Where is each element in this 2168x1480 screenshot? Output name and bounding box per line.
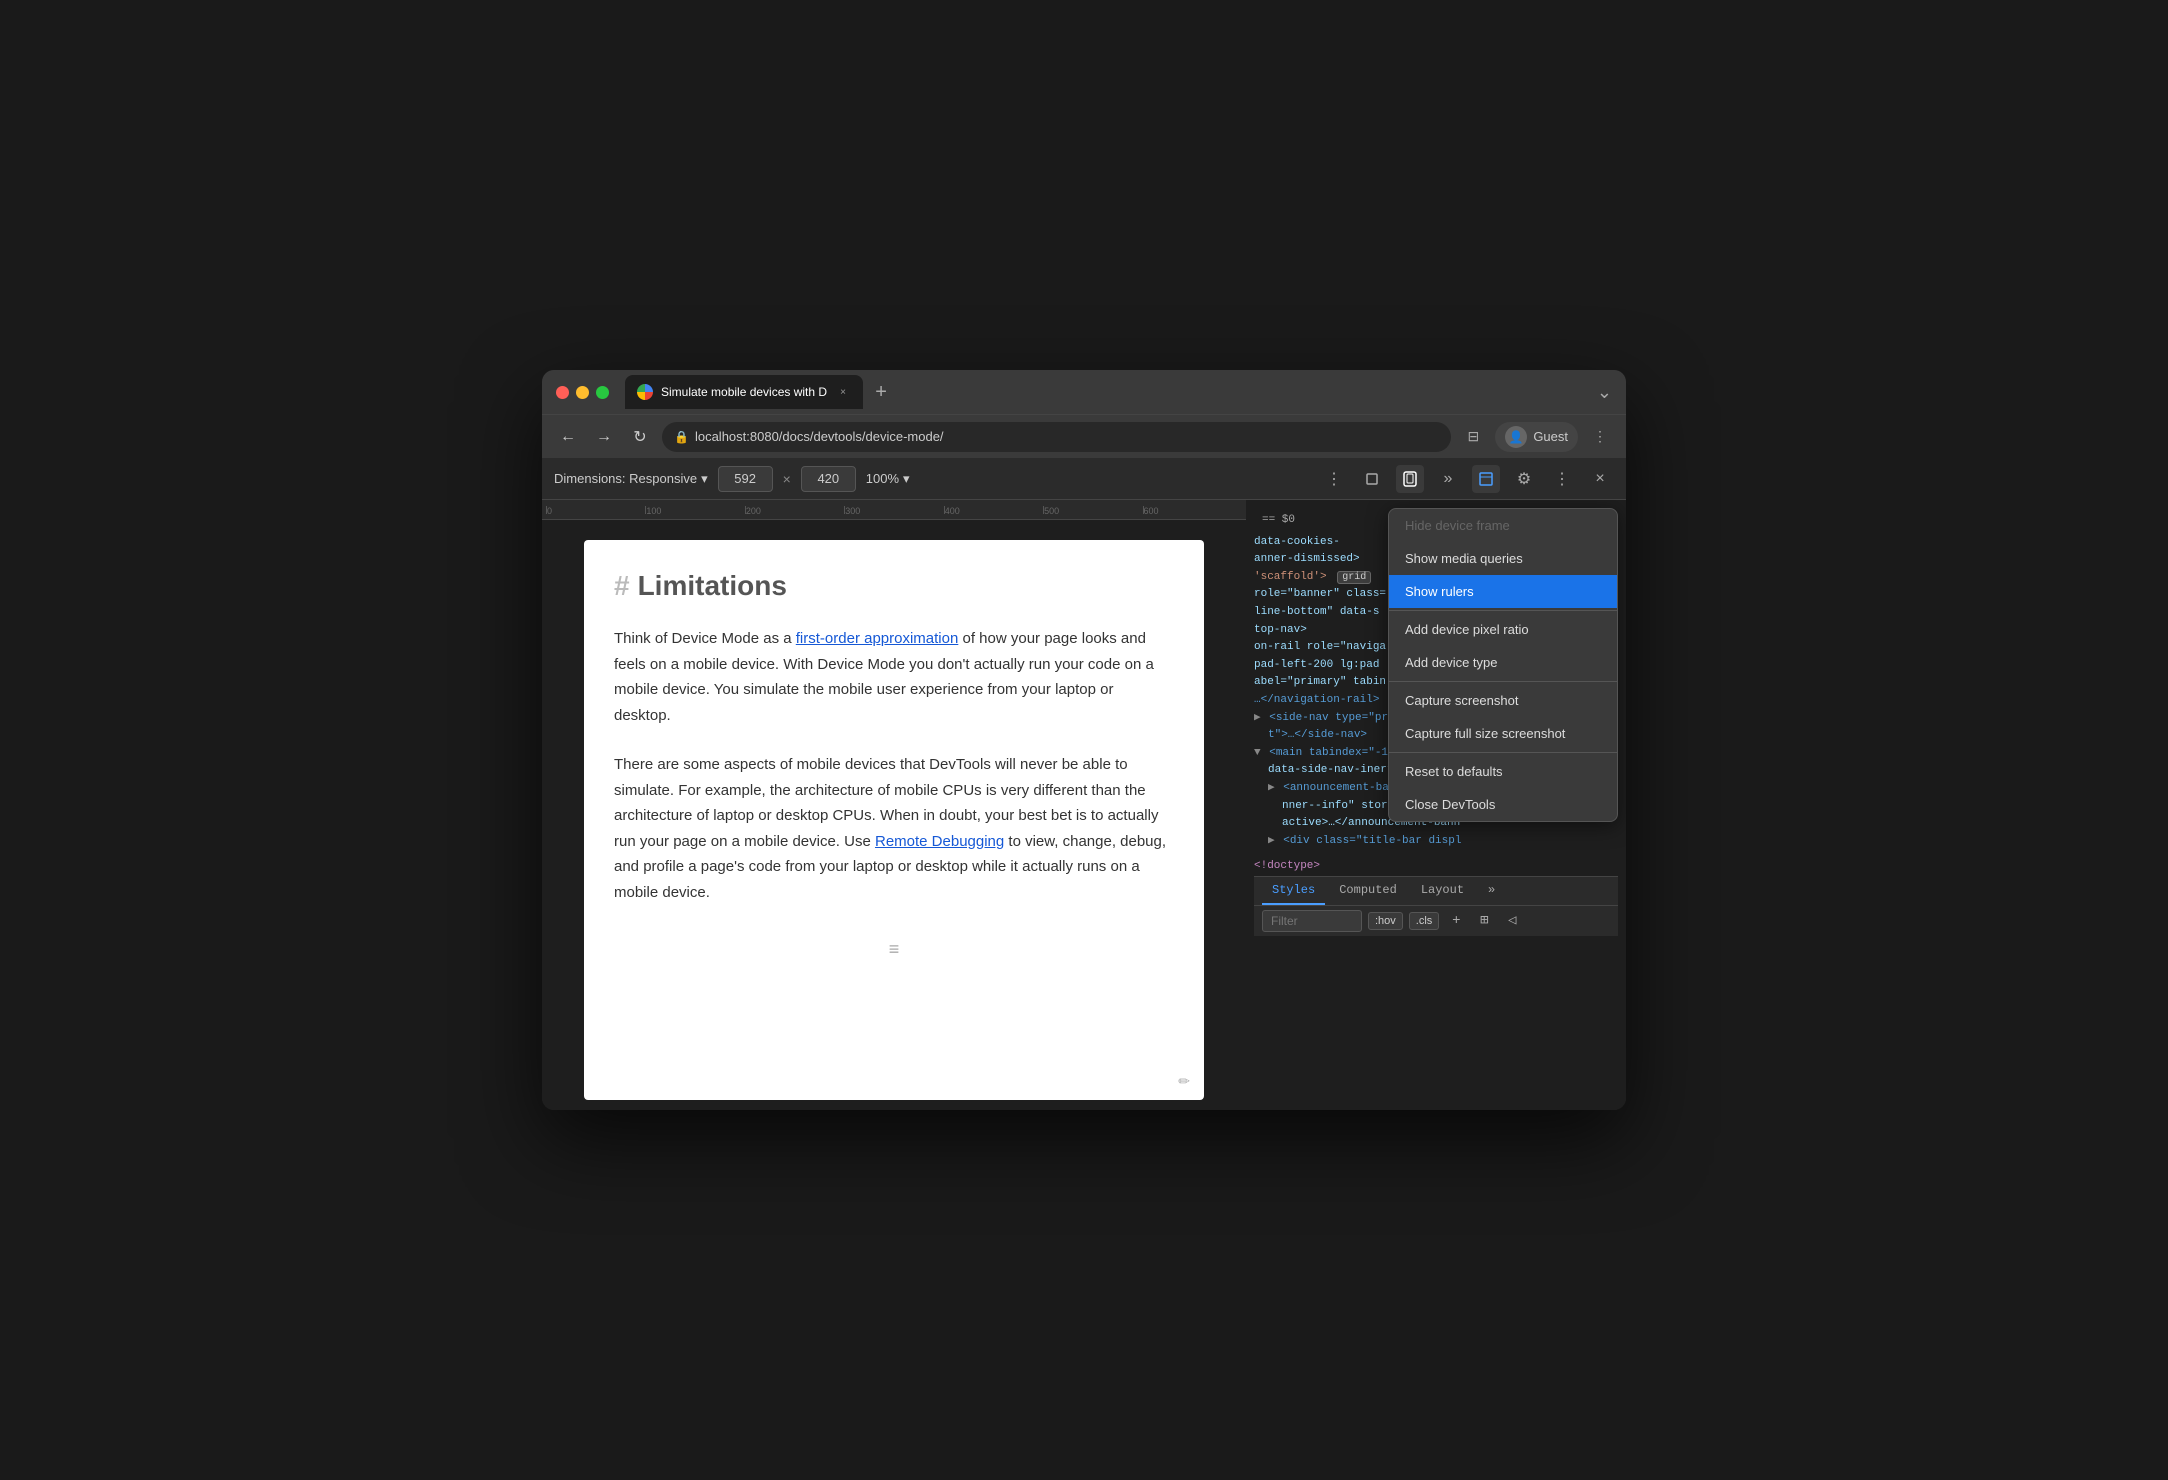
chrome-favicon-icon bbox=[637, 384, 653, 400]
more-options-button[interactable]: ⋮ bbox=[1320, 465, 1348, 493]
grid-badge: grid bbox=[1337, 571, 1371, 584]
active-tab[interactable]: Simulate mobile devices with D × bbox=[625, 375, 863, 409]
tab-more-styles[interactable]: » bbox=[1478, 877, 1505, 905]
device-toolbar: Dimensions: Responsive ▾ × 100% ▾ ⋮ » ⚙ … bbox=[542, 458, 1626, 500]
bottom-handle-icon: ≡ bbox=[889, 939, 900, 960]
paragraph1-text: Think of Device Mode as a bbox=[614, 630, 796, 647]
styles-filter-bar: :hov .cls + ⊞ ◁ bbox=[1254, 906, 1618, 936]
styles-filter-input[interactable] bbox=[1262, 910, 1362, 932]
nav-actions: ⊟ 👤 Guest ⋮ bbox=[1459, 422, 1614, 452]
page-frame: # Limitations Think of Device Mode as a … bbox=[584, 540, 1204, 1100]
dimensions-dropdown[interactable]: Dimensions: Responsive ▾ bbox=[554, 471, 708, 487]
page-heading: # Limitations bbox=[614, 570, 1174, 602]
viewport: 0 100 200 300 400 500 600 # Limitations … bbox=[542, 500, 1246, 1110]
styles-tabs: Styles Computed Layout » bbox=[1254, 877, 1618, 906]
styles-panel: Styles Computed Layout » :hov .cls bbox=[1254, 876, 1618, 936]
guest-profile-button[interactable]: 👤 Guest bbox=[1495, 422, 1578, 452]
menu-close-devtools[interactable]: Close DevTools bbox=[1389, 788, 1617, 821]
menu-reset-defaults[interactable]: Reset to defaults bbox=[1389, 755, 1617, 788]
menu-hide-device-frame[interactable]: Hide device frame bbox=[1389, 509, 1617, 542]
back-button[interactable]: ← bbox=[554, 423, 582, 451]
zoom-dropdown[interactable]: 100% ▾ bbox=[866, 471, 910, 487]
add-style-rule-button[interactable]: + bbox=[1445, 910, 1467, 932]
devtools-more-button[interactable]: ⋮ bbox=[1548, 465, 1576, 493]
menu-add-device-pixel-ratio[interactable]: Add device pixel ratio bbox=[1389, 613, 1617, 646]
ruler: 0 100 200 300 400 500 600 bbox=[542, 500, 1246, 520]
minimize-traffic-light[interactable] bbox=[576, 386, 589, 399]
new-tab-button[interactable]: + bbox=[867, 378, 895, 406]
maximize-traffic-light[interactable] bbox=[596, 386, 609, 399]
device-frame-button[interactable] bbox=[1396, 465, 1424, 493]
ruler-mark: 400 bbox=[944, 506, 1043, 514]
ruler-mark: 200 bbox=[745, 506, 844, 514]
menu-separator-3 bbox=[1389, 752, 1617, 753]
heading-hash: # bbox=[614, 570, 630, 602]
guest-label: Guest bbox=[1533, 429, 1568, 444]
styles-arrow-icon[interactable]: ◁ bbox=[1501, 910, 1523, 932]
menu-capture-full-screenshot[interactable]: Capture full size screenshot bbox=[1389, 717, 1617, 750]
nav-bar: ← → ↻ 🔒 localhost:8080/docs/devtools/dev… bbox=[542, 414, 1626, 458]
menu-separator-1 bbox=[1389, 610, 1617, 611]
url-text: localhost:8080/docs/devtools/device-mode… bbox=[695, 429, 944, 444]
menu-add-device-type[interactable]: Add device type bbox=[1389, 646, 1617, 679]
forward-button[interactable]: → bbox=[590, 423, 618, 451]
height-input[interactable] bbox=[801, 466, 856, 492]
ruler-mark: 0 bbox=[546, 506, 645, 514]
main-area: 0 100 200 300 400 500 600 # Limitations … bbox=[542, 500, 1626, 1110]
zoom-label: 100% bbox=[866, 471, 899, 486]
edit-pencil-icon: ✏ bbox=[1178, 1073, 1190, 1090]
elements-panel-button[interactable] bbox=[1472, 465, 1500, 493]
dom-line-18: ▶ <div class="title-bar displ bbox=[1254, 833, 1618, 851]
ruler-mark: 500 bbox=[1043, 506, 1142, 514]
menu-show-rulers[interactable]: Show rulers bbox=[1389, 575, 1617, 608]
tab-bar: Simulate mobile devices with D × + bbox=[625, 375, 1589, 409]
doctype-line: <!doctype> bbox=[1254, 858, 1618, 876]
close-traffic-light[interactable] bbox=[556, 386, 569, 399]
width-input[interactable] bbox=[718, 466, 773, 492]
traffic-lights bbox=[556, 386, 609, 399]
address-bar[interactable]: 🔒 localhost:8080/docs/devtools/device-mo… bbox=[662, 422, 1451, 452]
chrome-menu-button[interactable]: ⋮ bbox=[1586, 423, 1614, 451]
menu-separator-2 bbox=[1389, 681, 1617, 682]
zoom-arrow-icon: ▾ bbox=[903, 471, 910, 487]
settings-button[interactable]: ⚙ bbox=[1510, 465, 1538, 493]
dimension-separator: × bbox=[783, 471, 791, 487]
cls-button[interactable]: .cls bbox=[1409, 912, 1440, 930]
devtools-toggle-icon[interactable]: ⊟ bbox=[1459, 423, 1487, 451]
more-tools-button[interactable]: » bbox=[1434, 465, 1462, 493]
close-devtools-button[interactable]: × bbox=[1586, 465, 1614, 493]
guest-avatar-icon: 👤 bbox=[1505, 426, 1527, 448]
dimensions-label: Dimensions: Responsive bbox=[554, 471, 697, 486]
ruler-mark: 100 bbox=[645, 506, 744, 514]
reload-button[interactable]: ↻ bbox=[626, 423, 654, 451]
ruler-mark: 300 bbox=[844, 506, 943, 514]
first-order-link[interactable]: first-order approximation bbox=[796, 630, 959, 647]
lock-icon: 🔒 bbox=[674, 430, 689, 444]
tab-close-button[interactable]: × bbox=[835, 384, 851, 400]
tab-styles[interactable]: Styles bbox=[1262, 877, 1325, 905]
page-paragraph-1: Think of Device Mode as a first-order ap… bbox=[614, 626, 1174, 728]
heading-text: Limitations bbox=[638, 570, 787, 602]
page-paragraph-2: There are some aspects of mobile devices… bbox=[614, 752, 1174, 905]
context-menu: Hide device frame Show media queries Sho… bbox=[1388, 508, 1618, 822]
menu-show-media-queries[interactable]: Show media queries bbox=[1389, 542, 1617, 575]
browser-window: Simulate mobile devices with D × + ⌄ ← →… bbox=[542, 370, 1626, 1110]
cursor-mode-button[interactable] bbox=[1358, 465, 1386, 493]
remote-debugging-link[interactable]: Remote Debugging bbox=[875, 833, 1004, 850]
tab-computed[interactable]: Computed bbox=[1329, 877, 1407, 905]
ruler-mark: 600 bbox=[1143, 506, 1242, 514]
hov-button[interactable]: :hov bbox=[1368, 912, 1403, 930]
dimensions-arrow-icon: ▾ bbox=[701, 471, 708, 487]
tab-title: Simulate mobile devices with D bbox=[661, 385, 827, 399]
page-bottom-bar: ≡ bbox=[614, 929, 1174, 970]
styles-computed-icon[interactable]: ⊞ bbox=[1473, 910, 1495, 932]
tab-layout[interactable]: Layout bbox=[1411, 877, 1474, 905]
menu-capture-screenshot[interactable]: Capture screenshot bbox=[1389, 684, 1617, 717]
window-controls-icon[interactable]: ⌄ bbox=[1597, 382, 1612, 403]
title-bar: Simulate mobile devices with D × + ⌄ bbox=[542, 370, 1626, 414]
